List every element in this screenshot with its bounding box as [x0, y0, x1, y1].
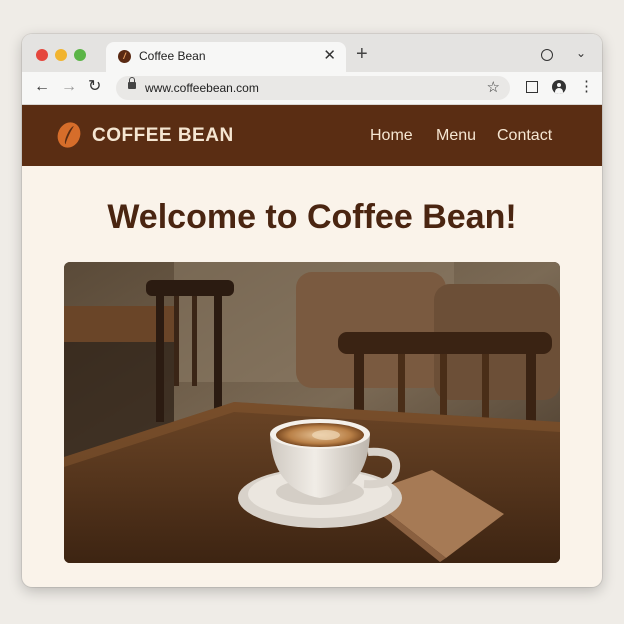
chevron-down-icon[interactable]: ⌄ [576, 46, 586, 60]
hero-title: Welcome to Coffee Bean! [107, 198, 517, 236]
url-text[interactable]: www.coffeebean.com [145, 81, 259, 95]
tab-bar: / Coffee Bean ✕ + ⌄ [22, 34, 602, 72]
profile-icon[interactable] [552, 80, 566, 94]
bookmark-star-icon[interactable]: ☆ [487, 78, 500, 96]
coffee-favicon-icon: / [118, 50, 131, 63]
browser-toolbar: ← → ↻ www.coffeebean.com ☆ ⋮ [22, 72, 602, 105]
close-window-button[interactable] [36, 49, 48, 61]
address-bar[interactable]: www.coffeebean.com ☆ [116, 76, 510, 100]
site-header: COFFEE BEAN Home Menu Contact [22, 105, 602, 166]
reload-icon[interactable]: ↻ [88, 78, 101, 96]
lock-icon[interactable] [128, 77, 136, 89]
browser-tab[interactable]: / Coffee Bean ✕ [106, 42, 346, 72]
back-arrow-icon[interactable]: ← [34, 78, 50, 96]
browser-window: / Coffee Bean ✕ + ⌄ ← → ↻ www.coffeebean… [22, 34, 602, 587]
minimize-window-button[interactable] [55, 49, 67, 61]
extensions-square-icon[interactable] [526, 81, 538, 93]
maximize-window-button[interactable] [74, 49, 86, 61]
new-tab-button[interactable]: + [356, 44, 368, 64]
kebab-menu-icon[interactable]: ⋮ [579, 78, 594, 96]
tab-title: Coffee Bean [139, 49, 206, 63]
nav-home-link[interactable]: Home [370, 127, 413, 145]
tab-search-icon[interactable] [541, 49, 553, 61]
tab-close-icon[interactable]: ✕ [323, 47, 336, 65]
coffee-bean-logo-icon[interactable] [53, 118, 85, 152]
forward-arrow-icon[interactable]: → [61, 78, 77, 96]
coffee-cup-photo [64, 262, 560, 563]
nav-menu-link[interactable]: Menu [436, 127, 476, 145]
nav-contact-link[interactable]: Contact [497, 127, 552, 145]
site-brand[interactable]: COFFEE BEAN [92, 125, 234, 147]
